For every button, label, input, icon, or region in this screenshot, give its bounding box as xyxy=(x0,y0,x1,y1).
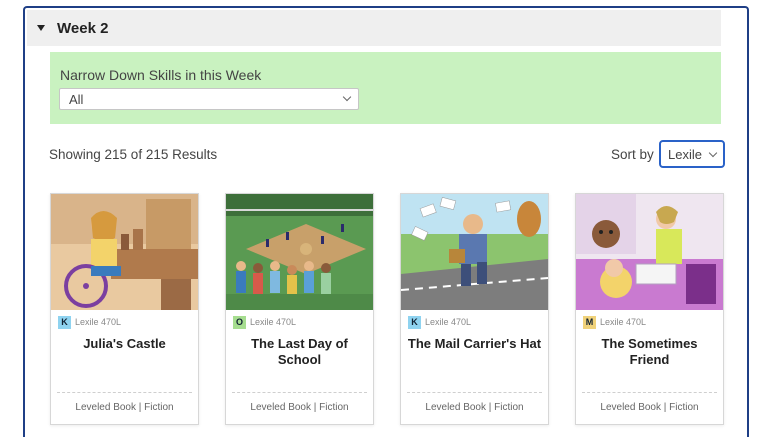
lexile-label: Lexile 470L xyxy=(250,317,297,327)
book-type: Leveled Book | Fiction xyxy=(582,392,717,413)
skill-filter-value: All xyxy=(69,91,84,107)
book-type: Leveled Book | Fiction xyxy=(232,392,367,413)
book-card[interactable]: K Lexile 470L The Mail Carrier's Hat Lev… xyxy=(400,193,549,425)
week-panel: Week 2 Narrow Down Skills in this Week A… xyxy=(23,6,749,437)
lexile-label: Lexile 470L xyxy=(600,317,647,327)
book-title[interactable]: Julia's Castle xyxy=(57,336,192,352)
book-meta: M Lexile 470L xyxy=(583,315,646,329)
skill-filter-label: Narrow Down Skills in this Week xyxy=(60,67,262,83)
sort-label: Sort by xyxy=(611,147,654,162)
lexile-label: Lexile 470L xyxy=(75,317,122,327)
book-meta: K Lexile 470L xyxy=(58,315,121,329)
results-count: Showing 215 of 215 Results xyxy=(49,147,218,162)
week-section-header[interactable]: Week 2 xyxy=(27,10,721,46)
book-title[interactable]: The Sometimes Friend xyxy=(582,336,717,368)
lexile-label: Lexile 470L xyxy=(425,317,472,327)
reading-level-badge: M xyxy=(583,315,596,329)
caret-down-icon[interactable] xyxy=(37,25,45,31)
book-title[interactable]: The Mail Carrier's Hat xyxy=(407,336,542,352)
sort-value: Lexile xyxy=(668,146,702,162)
skill-filter-select[interactable]: All xyxy=(59,88,359,110)
book-card[interactable]: K Lexile 470L Julia's Castle Leveled Boo… xyxy=(50,193,199,425)
reading-level-badge: K xyxy=(408,315,421,329)
chevron-down-icon xyxy=(342,92,352,102)
sort-select[interactable]: Lexile xyxy=(659,140,725,168)
book-cover-image[interactable] xyxy=(576,194,723,310)
book-type: Leveled Book | Fiction xyxy=(407,392,542,413)
reading-level-badge: K xyxy=(58,315,71,329)
book-card[interactable]: O Lexile 470L The Last Day of School Lev… xyxy=(225,193,374,425)
book-card[interactable]: M Lexile 470L The Sometimes Friend Level… xyxy=(575,193,724,425)
book-cover-image[interactable] xyxy=(51,194,198,310)
book-title[interactable]: The Last Day of School xyxy=(232,336,367,368)
book-meta: O Lexile 470L xyxy=(233,315,296,329)
book-cover-image[interactable] xyxy=(401,194,548,310)
book-meta: K Lexile 470L xyxy=(408,315,471,329)
reading-level-badge: O xyxy=(233,315,246,329)
chevron-down-icon xyxy=(708,148,718,158)
skill-filter-panel: Narrow Down Skills in this Week All xyxy=(50,52,721,124)
week-title: Week 2 xyxy=(57,19,109,37)
book-type: Leveled Book | Fiction xyxy=(57,392,192,413)
book-cover-image[interactable] xyxy=(226,194,373,310)
